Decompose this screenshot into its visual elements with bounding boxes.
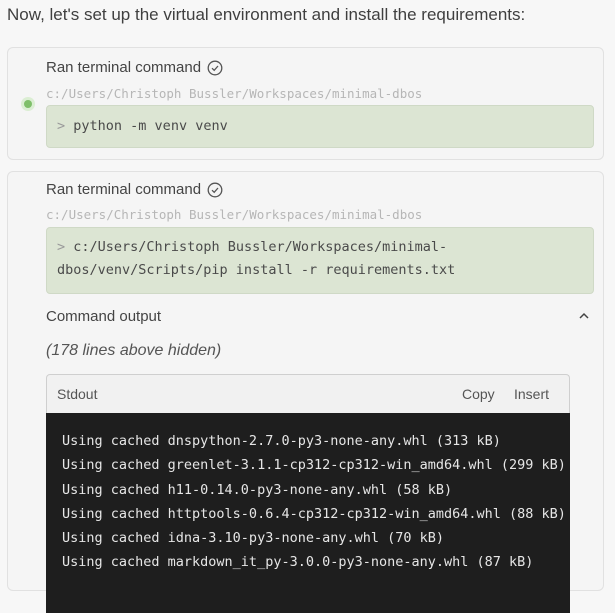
output-line: Using cached markdown_it_py-3.0.0-py3-no…: [62, 554, 534, 571]
card-title: Ran terminal command: [46, 181, 223, 198]
output-line: Using cached dnspython-2.7.0-py3-none-an…: [62, 433, 501, 449]
working-directory: c:/Users/Christoph Bussler/Workspaces/mi…: [46, 207, 423, 222]
terminal-command-card: Ran terminal command c:/Users/Christoph …: [7, 47, 604, 160]
output-line: Using cached idna-3.10-py3-none-any.whl …: [62, 530, 445, 547]
command-output-label[interactable]: Command output: [46, 308, 161, 325]
stdout-header: Stdout Copy Insert: [46, 374, 570, 414]
chevron-up-icon[interactable]: [578, 310, 590, 322]
insert-button[interactable]: Insert: [514, 386, 549, 402]
status-dot: [24, 100, 32, 108]
command-line: dbos/venv/Scripts/pip install -r require…: [57, 262, 456, 278]
command-line: > c:/Users/Christoph Bussler/Workspaces/…: [57, 236, 583, 259]
card-title-label: Ran terminal command: [46, 181, 202, 198]
command-text: c:/Users/Christoph Bussler/Workspaces/mi…: [73, 239, 448, 255]
stdout-terminal[interactable]: Using cached dnspython-2.7.0-py3-none-an…: [46, 413, 570, 613]
check-circle-icon: [207, 60, 223, 75]
command-box[interactable]: > python -m venv venv: [46, 105, 594, 148]
terminal-command-card: Ran terminal command c:/Users/Christoph …: [7, 171, 604, 613]
check-circle-icon: [207, 182, 223, 197]
output-line: Using cached h11-0.14.0-py3-none-any.whl…: [62, 481, 453, 498]
intro-message: Now, let's set up the virtual environmen…: [7, 5, 526, 24]
hidden-lines-note: (178 lines above hidden): [46, 342, 222, 359]
prompt-symbol: >: [57, 239, 66, 255]
copy-button[interactable]: Copy: [462, 386, 495, 402]
working-directory: c:/Users/Christoph Bussler/Workspaces/mi…: [46, 86, 423, 101]
output-line: Using cached greenlet-3.1.1-cp312-cp312-…: [62, 457, 566, 474]
command-text: python -m venv venv: [73, 118, 228, 134]
card-title-label: Ran terminal command: [46, 59, 202, 76]
command-box[interactable]: > c:/Users/Christoph Bussler/Workspaces/…: [46, 227, 594, 294]
stdout-label: Stdout: [57, 386, 98, 402]
output-line: Using cached httptools-0.6.4-cp312-cp312…: [62, 505, 566, 522]
card-title: Ran terminal command: [46, 59, 223, 76]
prompt-symbol: >: [57, 118, 66, 134]
